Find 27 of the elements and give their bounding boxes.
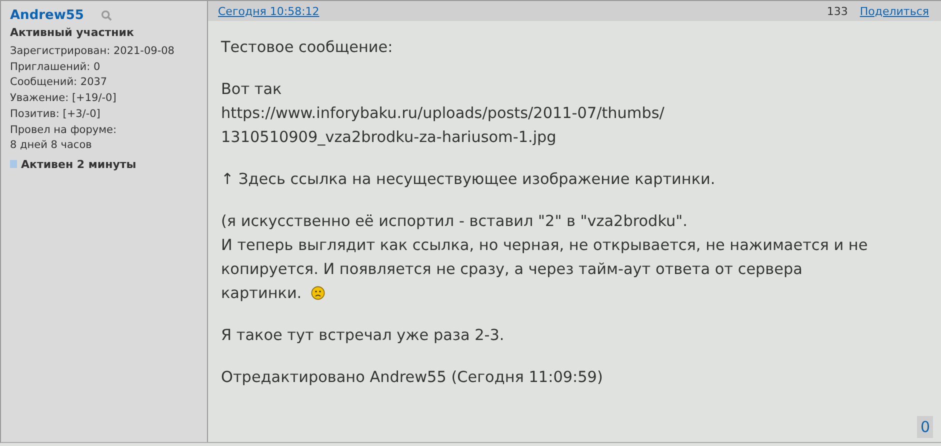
post-text: копируется. И появляется не сразу, а через тайм-аут ответа от сервера <box>221 259 802 280</box>
share-link[interactable]: Поделиться <box>860 4 929 18</box>
post-text: И теперь выглядит как ссылка, но черная, не открывается, не нажимается и не <box>221 235 868 256</box>
user-stat: 8 дней 8 часов <box>10 138 93 154</box>
user-stat: Уважение: [+19/-0] <box>10 91 118 106</box>
status-icon <box>10 160 17 168</box>
post-text: ↑ Здесь ссылка на несуществующее изображение картинки. <box>221 169 716 190</box>
post-text: Тестовое сообщение: <box>221 37 393 58</box>
post-text: Вот так <box>221 79 282 100</box>
post-number: 133 <box>826 4 848 18</box>
post-text: Я такое тут встречал уже раза 2-3. <box>221 325 504 346</box>
like-count-button[interactable]: 0 <box>917 416 933 438</box>
user-stat: Зарегистрирован: 2021-09-08 <box>10 44 176 59</box>
post-text: https://www.inforybaku.ru/uploads/posts/2011-07/thumbs/ <box>221 103 664 124</box>
user-stat: Приглашений: 0 <box>10 60 102 75</box>
search-icon[interactable] <box>100 10 112 20</box>
post-text: (я искусственно её испортил - вставил "2" в "vza2brodku". <box>221 211 688 232</box>
user-stat: Сообщений: 2037 <box>10 75 108 90</box>
post-text: 1310510909_vza2brodku-za-hariusom-1.jpg <box>221 127 556 148</box>
edit-note: Отредактировано Andrew55 (Сегодня 11:09:59) <box>221 367 604 388</box>
user-rank: Активный участник <box>10 26 135 39</box>
activity-status: Активен 2 минуты <box>21 158 136 171</box>
username-link[interactable]: Andrew55 <box>10 8 84 22</box>
post-time-link[interactable]: Сегодня 10:58:12 <box>218 4 320 18</box>
post-text: картинки. <box>221 283 302 304</box>
user-stat: Провел на форуме: <box>10 122 118 138</box>
user-stat: Позитив: [+3/-0] <box>10 106 102 122</box>
